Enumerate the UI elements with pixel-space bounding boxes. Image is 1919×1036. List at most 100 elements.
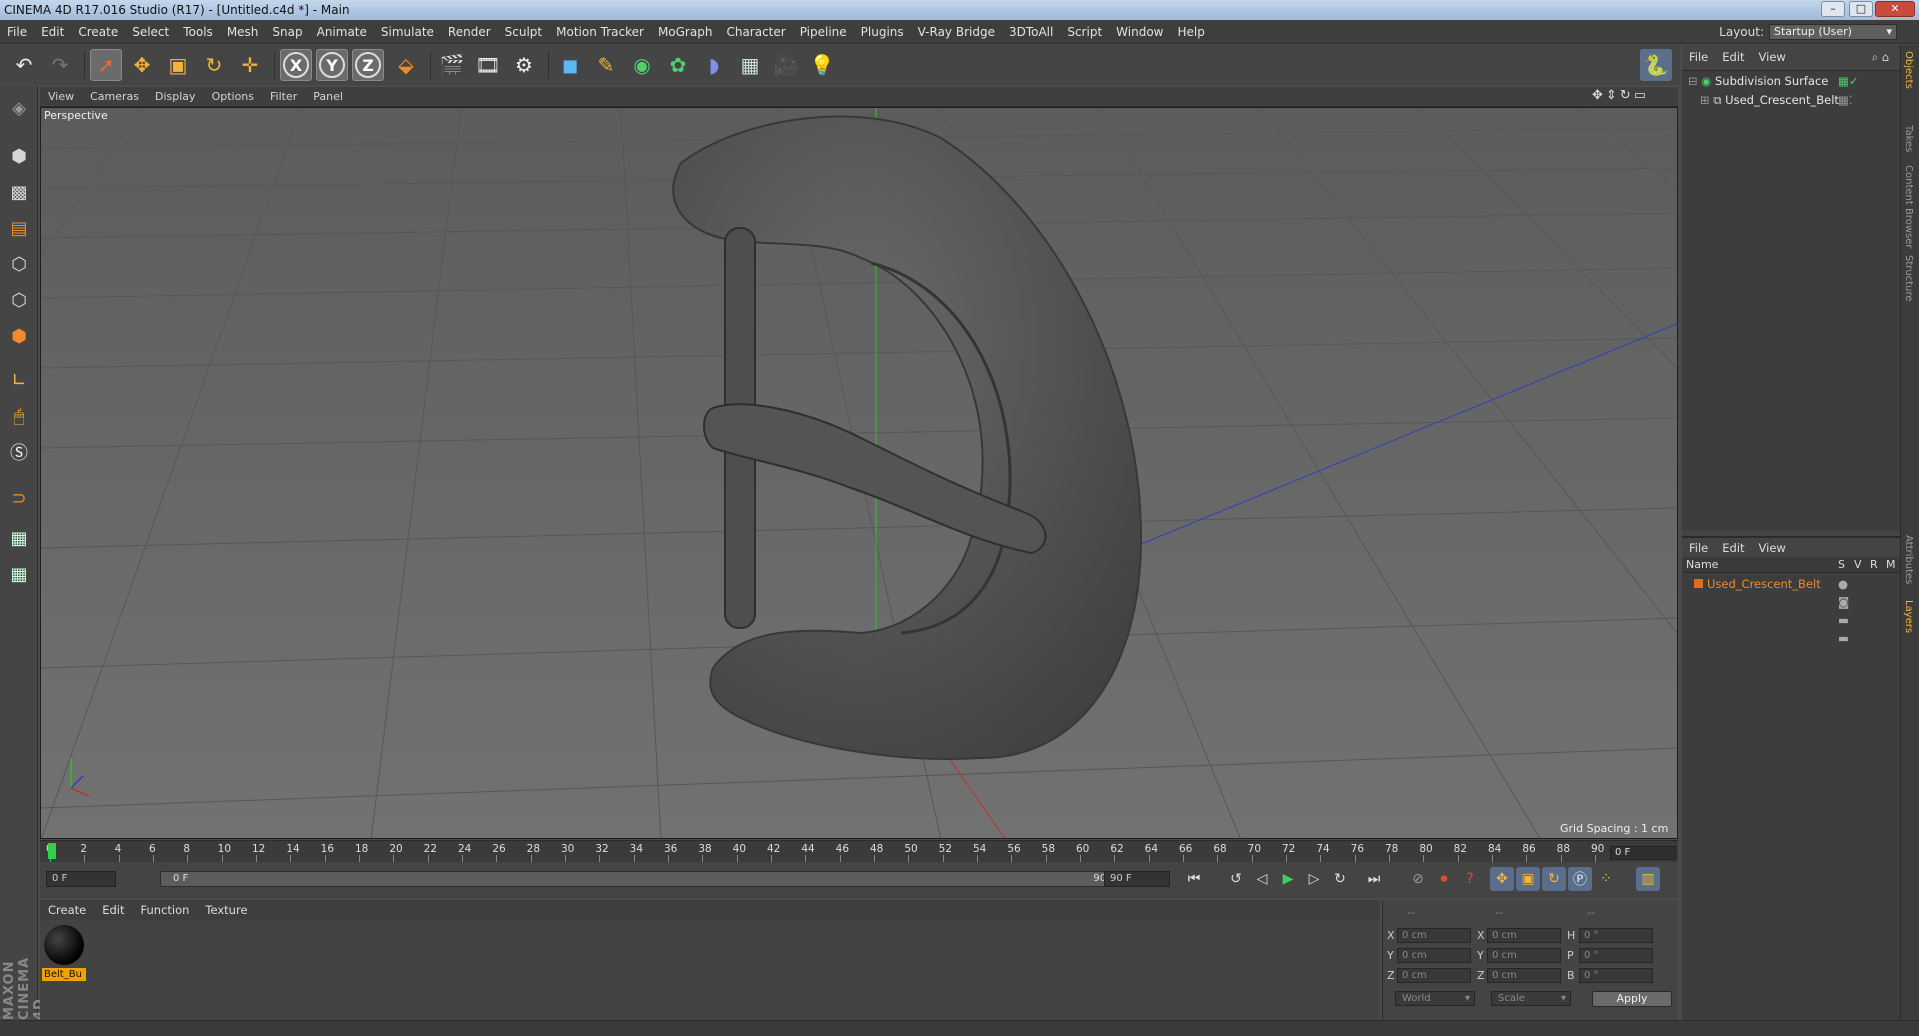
prev-frame-icon[interactable]: ◁ (1250, 867, 1274, 891)
menu-select[interactable]: Select (125, 20, 176, 44)
menu-snap[interactable]: Snap (265, 20, 309, 44)
menu-pipeline[interactable]: Pipeline (793, 20, 854, 44)
prev-key-icon[interactable]: ↺ (1224, 867, 1248, 891)
material-name[interactable]: Belt_Bu (42, 968, 86, 981)
workplane-rotate-icon[interactable]: ▦ (3, 558, 35, 590)
tab-content-browser[interactable]: Content Browser (1903, 165, 1914, 248)
menu-file[interactable]: File (0, 20, 34, 44)
material-menu-create[interactable]: Create (40, 900, 94, 920)
menu-mesh[interactable]: Mesh (220, 20, 266, 44)
redo-icon[interactable]: ↷ (44, 49, 76, 81)
viewport-menu-view[interactable]: View (40, 87, 82, 107)
objects-menu-file[interactable]: File (1682, 48, 1715, 66)
layers-menu-view[interactable]: View (1752, 538, 1793, 558)
tweak-mode-icon[interactable]: 🖱 (3, 400, 35, 432)
viewport-menu-filter[interactable]: Filter (262, 87, 305, 107)
lock-workplane-icon[interactable]: ▦ (3, 522, 35, 554)
light-icon[interactable]: 💡 (806, 49, 838, 81)
objects-menu-edit[interactable]: Edit (1715, 48, 1751, 66)
key-pla-icon[interactable]: ⁘ (1594, 867, 1618, 891)
menu-window[interactable]: Window (1109, 20, 1170, 44)
expand-icon[interactable]: ⊟ (1688, 74, 1698, 88)
scale-icon[interactable]: ▣ (162, 49, 194, 81)
key-rotation-icon[interactable]: ↻ (1542, 867, 1566, 891)
menu-character[interactable]: Character (719, 20, 792, 44)
material-menu-texture[interactable]: Texture (197, 900, 255, 920)
size-x-field[interactable]: 0 cm (1487, 928, 1561, 943)
expand-icon[interactable]: ⊞ (1700, 93, 1710, 107)
menu-help[interactable]: Help (1170, 20, 1211, 44)
pen-spline-icon[interactable]: ✎ (590, 49, 622, 81)
go-to-start-icon[interactable]: ⏮ (1182, 867, 1206, 891)
edges-mode-icon[interactable]: ⬡ (3, 284, 35, 316)
menu-script[interactable]: Script (1060, 20, 1109, 44)
key-parameter-icon[interactable]: Ⓟ (1568, 867, 1592, 891)
apply-button[interactable]: Apply (1592, 991, 1672, 1007)
workplane-icon[interactable]: ▤ (3, 212, 35, 244)
layer-row[interactable]: Used_Crescent_Belt ● ◙ ▬ ▬ (1694, 575, 1849, 645)
z-axis-lock-icon[interactable]: Z (352, 49, 384, 81)
make-editable-icon[interactable]: ◈ (3, 92, 35, 124)
menu-tools[interactable]: Tools (176, 20, 220, 44)
menu-create[interactable]: Create (71, 20, 125, 44)
current-frame-field[interactable]: 0 F (1610, 846, 1676, 860)
menu-3dtoall[interactable]: 3DToAll (1002, 20, 1060, 44)
model-mode-icon[interactable]: ⬢ (3, 140, 35, 172)
deformer-icon[interactable]: ◗ (698, 49, 730, 81)
viewport-menu-panel[interactable]: Panel (305, 87, 351, 107)
viewport-menu-cameras[interactable]: Cameras (82, 87, 147, 107)
viewport-menu-display[interactable]: Display (147, 87, 204, 107)
pos-y-field[interactable]: 0 cm (1397, 948, 1471, 963)
next-frame-icon[interactable]: ▷ (1302, 867, 1326, 891)
magnet-icon[interactable]: ⊃ (3, 482, 35, 514)
undo-icon[interactable]: ↶ (8, 49, 40, 81)
cube-icon[interactable]: ◼ (554, 49, 586, 81)
menu-mograph[interactable]: MoGraph (651, 20, 720, 44)
camera-icon[interactable]: 🎥 (770, 49, 802, 81)
menu-render[interactable]: Render (441, 20, 498, 44)
cloner-icon[interactable]: ✿ (662, 49, 694, 81)
timeline-playhead[interactable] (48, 843, 56, 859)
tab-layers[interactable]: Layers (1903, 600, 1914, 633)
key-scale-icon[interactable]: ▣ (1516, 867, 1540, 891)
3d-viewport[interactable] (40, 107, 1678, 839)
object-row[interactable]: ⊞ ⧉ Used_Crescent_Belt ▦⁚ (1700, 91, 1853, 109)
next-key-icon[interactable]: ↻ (1328, 867, 1352, 891)
rot-h-field[interactable]: 0 ° (1579, 928, 1653, 943)
y-axis-lock-icon[interactable]: Y (316, 49, 348, 81)
axis-mode-icon[interactable]: ∟ (3, 364, 35, 396)
select-arrow-icon[interactable]: ➚ (90, 49, 122, 81)
tab-objects[interactable]: Objects (1903, 51, 1914, 89)
enabled-check-icon[interactable]: ▦✓ (1838, 72, 1859, 90)
go-to-end-icon[interactable]: ⏭ (1362, 867, 1386, 891)
render-settings-icon[interactable]: ⚙ (508, 49, 540, 81)
viewport-nav-icons[interactable]: ✥⇕↻▭ (1592, 88, 1649, 103)
texture-mode-icon[interactable]: ▩ (3, 176, 35, 208)
close-button[interactable]: ✕ (1875, 1, 1915, 17)
range-slider[interactable]: 0 F90 F (160, 871, 1130, 887)
rotate-icon[interactable]: ↻ (198, 49, 230, 81)
end-frame-field[interactable]: 90 F (1104, 871, 1170, 887)
objects-menu-view[interactable]: View (1752, 48, 1793, 66)
material-preview[interactable] (44, 925, 84, 965)
record-keys-icon[interactable]: ⊘ (1406, 867, 1430, 891)
pos-x-field[interactable]: 0 cm (1397, 928, 1471, 943)
timeline-window-icon[interactable]: ▥ (1636, 867, 1660, 891)
move-icon[interactable]: ✥ (126, 49, 158, 81)
visibility-dots-icon[interactable]: ▦⁚ (1838, 91, 1853, 109)
menu-plugins[interactable]: Plugins (854, 20, 911, 44)
menu-sculpt[interactable]: Sculpt (498, 20, 549, 44)
x-axis-lock-icon[interactable]: X (280, 49, 312, 81)
points-mode-icon[interactable]: ⬡ (3, 248, 35, 280)
layout-dropdown[interactable]: Startup (User) ▾ (1769, 24, 1897, 40)
layers-menu-edit[interactable]: Edit (1715, 538, 1751, 558)
rot-p-field[interactable]: 0 ° (1579, 948, 1653, 963)
render-view-icon[interactable]: 🎬 (436, 49, 468, 81)
object-row[interactable]: ⊟ ◉ Subdivision Surface ▦✓ (1688, 72, 1859, 90)
menu-animate[interactable]: Animate (310, 20, 374, 44)
menu-simulate[interactable]: Simulate (374, 20, 441, 44)
size-y-field[interactable]: 0 cm (1487, 948, 1561, 963)
coord-mode-dropdown[interactable]: World ▾ (1395, 991, 1475, 1006)
play-icon[interactable]: ▶ (1276, 867, 1300, 891)
snap-icon[interactable]: Ⓢ (3, 436, 35, 468)
